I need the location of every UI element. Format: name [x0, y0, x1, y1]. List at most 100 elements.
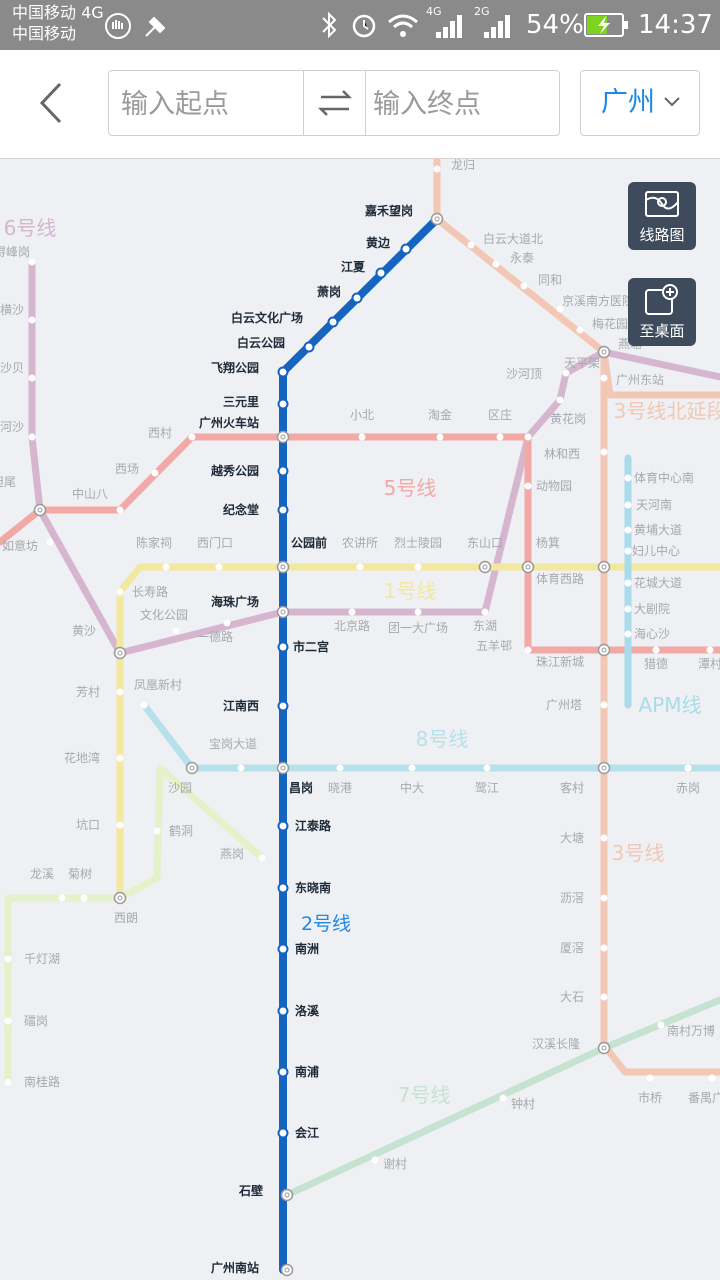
station-node[interactable]	[327, 316, 339, 328]
station-label[interactable]: 林和西	[544, 447, 580, 461]
station-label[interactable]: 中山八	[72, 486, 108, 501]
station-label[interactable]: 河沙	[0, 420, 24, 434]
station-node[interactable]	[80, 894, 88, 902]
station-label[interactable]: 猎德	[644, 656, 668, 671]
station-node[interactable]	[351, 292, 363, 304]
station-label[interactable]: 陈家祠	[136, 535, 172, 550]
station-label[interactable]: 梅花园	[592, 316, 628, 331]
station-label[interactable]: 花地湾	[64, 750, 100, 765]
station-node[interactable]	[140, 701, 148, 709]
station-label[interactable]: 鹭江	[475, 780, 499, 795]
station-node[interactable]	[624, 474, 632, 482]
station-label[interactable]: 如意坊	[2, 538, 38, 553]
station-node[interactable]	[371, 1156, 379, 1164]
station-node[interactable]	[277, 820, 289, 832]
station-node[interactable]	[336, 764, 344, 772]
station-label[interactable]: 越秀公园	[210, 463, 259, 478]
station-label[interactable]: 一德路	[197, 629, 233, 644]
station-label[interactable]: 飞翔公园	[211, 360, 259, 375]
station-label[interactable]: 白云大道北	[483, 231, 543, 246]
station-label[interactable]: 沙河顶	[506, 367, 542, 381]
station-label[interactable]: 纪念堂	[223, 502, 259, 517]
station-label[interactable]: 龙溪	[30, 867, 54, 881]
station-node[interactable]	[280, 1263, 294, 1277]
station-label[interactable]: 西门口	[197, 535, 233, 550]
station-node[interactable]	[496, 433, 504, 441]
station-label[interactable]: 永泰	[510, 251, 534, 265]
station-node[interactable]	[646, 1074, 654, 1082]
station-node[interactable]	[433, 165, 441, 173]
station-node[interactable]	[657, 1021, 665, 1029]
station-node[interactable]	[28, 258, 36, 266]
station-label[interactable]: 广州东站	[616, 373, 664, 387]
swap-button[interactable]	[305, 71, 365, 135]
station-node[interactable]	[684, 764, 692, 772]
station-node[interactable]	[706, 646, 714, 654]
station-label[interactable]: 坦尾	[0, 475, 16, 489]
station-label[interactable]: 礌岗	[24, 1014, 48, 1028]
station-node[interactable]	[600, 993, 608, 1001]
station-node[interactable]	[556, 396, 564, 404]
station-node[interactable]	[408, 764, 416, 772]
station-label[interactable]: 客村	[560, 780, 584, 795]
station-label[interactable]: 坑口	[76, 817, 100, 832]
station-label[interactable]: 沥滘	[560, 891, 584, 905]
station-label[interactable]: 花城大道	[634, 575, 682, 590]
station-node[interactable]	[280, 1188, 294, 1202]
station-label[interactable]: 千灯湖	[24, 951, 60, 966]
station-label[interactable]: 沙贝	[0, 361, 24, 375]
station-label[interactable]: 沙园	[168, 781, 192, 795]
station-label[interactable]: 番禺广场	[688, 1091, 720, 1105]
station-node[interactable]	[358, 433, 366, 441]
metro-map[interactable]: 嘉禾望岗黄边江夏萧岗白云文化广场白云公园飞翔公园三元里广州火车站越秀公园纪念堂公…	[0, 158, 720, 1280]
station-node[interactable]	[46, 538, 54, 546]
station-node[interactable]	[33, 503, 47, 517]
station-label[interactable]: 大石	[560, 990, 584, 1004]
station-node[interactable]	[28, 316, 36, 324]
station-label[interactable]: 珠江新城	[536, 654, 584, 669]
station-node[interactable]	[277, 641, 289, 653]
station-label[interactable]: 广州南站	[211, 1260, 259, 1275]
station-node[interactable]	[624, 630, 632, 638]
station-label[interactable]: 区庄	[488, 407, 512, 422]
station-node[interactable]	[597, 761, 611, 775]
station-label[interactable]: 黄埔大道	[634, 523, 682, 537]
station-node[interactable]	[277, 1066, 289, 1078]
station-node[interactable]	[151, 469, 159, 477]
station-label[interactable]: 宝岗大道	[209, 737, 257, 751]
station-node[interactable]	[600, 374, 608, 382]
station-node[interactable]	[277, 943, 289, 955]
station-label[interactable]: 妇儿中心	[632, 543, 680, 558]
station-node[interactable]	[624, 579, 632, 587]
station-label[interactable]: 东山口	[467, 536, 503, 550]
station-label[interactable]: 燕岗	[220, 847, 244, 861]
station-node[interactable]	[624, 501, 632, 509]
station-node[interactable]	[185, 761, 199, 775]
station-node[interactable]	[521, 560, 535, 574]
back-button[interactable]	[30, 80, 70, 126]
station-node[interactable]	[436, 433, 444, 441]
station-label[interactable]: 中大	[400, 780, 424, 795]
station-node[interactable]	[356, 563, 364, 571]
station-node[interactable]	[597, 345, 611, 359]
station-label[interactable]: 市桥	[638, 1090, 662, 1105]
station-label[interactable]: 西朗	[114, 911, 138, 925]
end-point-input[interactable]	[371, 71, 555, 137]
station-node[interactable]	[414, 563, 422, 571]
station-label[interactable]: 石壁	[238, 1183, 263, 1198]
station-label[interactable]: 白云公园	[237, 335, 285, 350]
station-node[interactable]	[276, 761, 290, 775]
station-node[interactable]	[562, 369, 570, 377]
station-label[interactable]: 体育中心南	[634, 470, 694, 485]
station-label[interactable]: 大剧院	[634, 602, 670, 616]
station-node[interactable]	[600, 834, 608, 842]
station-node[interactable]	[597, 560, 611, 574]
station-label[interactable]: 广州火车站	[199, 415, 259, 430]
station-label[interactable]: 黄花岗	[550, 411, 586, 426]
station-node[interactable]	[400, 243, 412, 255]
station-label[interactable]: 凤凰新村	[134, 677, 182, 692]
station-label[interactable]: 黄沙	[72, 624, 96, 638]
station-label[interactable]: 三元里	[223, 394, 259, 409]
station-node[interactable]	[113, 646, 127, 660]
station-node[interactable]	[28, 433, 36, 441]
